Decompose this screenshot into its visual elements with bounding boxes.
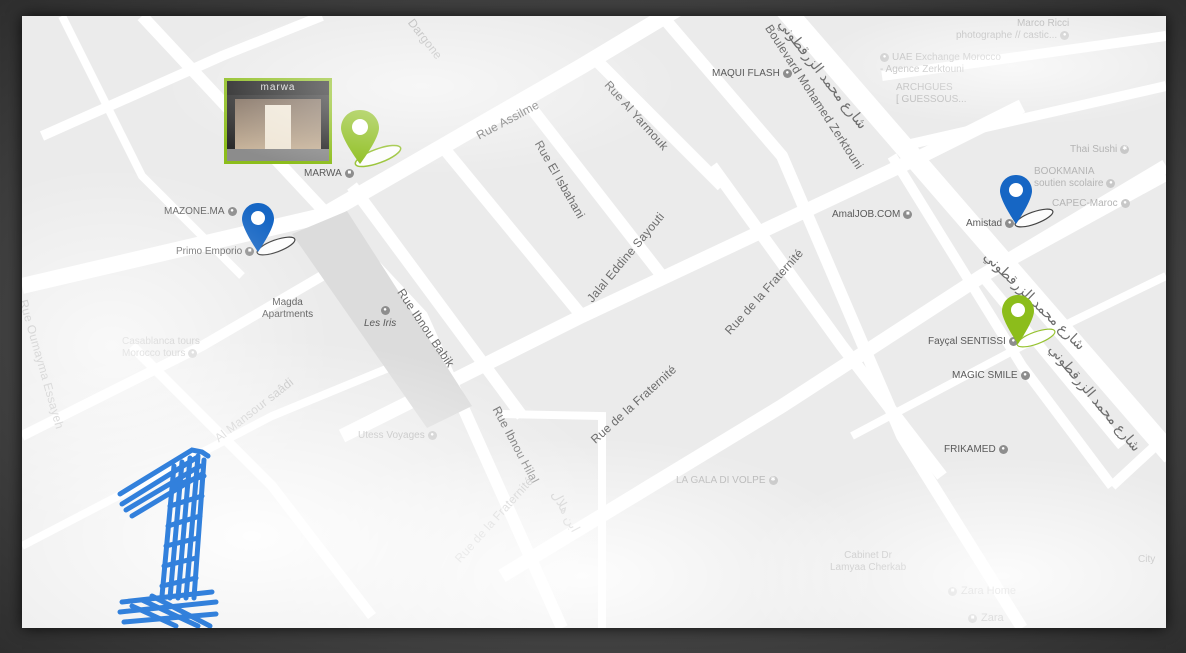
place-icon: ● xyxy=(880,52,889,62)
place-icon: ● xyxy=(1106,178,1116,188)
map-marker-icon[interactable] xyxy=(998,172,1058,238)
poi-thai-sushi[interactable]: Thai Sushi ✱ xyxy=(1070,144,1130,156)
poi-zara[interactable]: ■ Zara xyxy=(968,612,1004,624)
map-marker-icon[interactable] xyxy=(1000,292,1060,358)
shopping-icon: ■ xyxy=(968,613,977,623)
map-marker-icon[interactable] xyxy=(338,106,406,176)
store-floor xyxy=(227,149,329,161)
place-icon: ● xyxy=(227,206,237,216)
store-sign: marwa xyxy=(227,81,329,95)
poi-utess-voyages[interactable]: Utess Voyages ● xyxy=(358,430,437,442)
place-icon: ● xyxy=(188,348,198,358)
building-icon: ■ xyxy=(903,209,913,219)
place-icon: ● xyxy=(1120,198,1130,208)
poi-marco-ricci[interactable]: Marco Ricci photographe // castic... ● xyxy=(956,18,1070,42)
poi-cabinet-dr[interactable]: Cabinet Dr Lamyaa Cherkab xyxy=(830,550,906,574)
shopping-icon: ■ xyxy=(948,586,957,596)
poi-casablanca-tours[interactable]: Casablanca tours Morocco tours ● xyxy=(122,336,200,360)
restaurant-icon: ✱ xyxy=(768,475,778,485)
place-icon: ● xyxy=(1020,370,1030,380)
place-icon: ● xyxy=(782,68,792,78)
poi-capec-maroc[interactable]: CAPEC-Maroc ● xyxy=(1052,198,1130,210)
map-marker-icon[interactable] xyxy=(240,200,300,266)
storefront-image xyxy=(235,99,321,149)
poi-uae-exchange[interactable]: ● UAE Exchange Morocco - Agence Zerktouni xyxy=(880,52,1001,76)
place-icon: ● xyxy=(427,430,437,440)
poi-city[interactable]: City xyxy=(1138,554,1155,566)
poi-la-gala-di-volpe[interactable]: LA GALA DI VOLPE ✱ xyxy=(676,475,778,487)
map-canvas[interactable]: Rue Assilme Rue Al Yarmouk Rue El Isbaha… xyxy=(22,16,1166,628)
place-icon: ● xyxy=(380,306,390,315)
poi-les-iris[interactable]: ● Les Iris xyxy=(364,306,396,330)
restaurant-icon: ✱ xyxy=(1120,144,1130,154)
poi-maqui-flash[interactable]: MAQUI FLASH ● xyxy=(712,68,792,80)
number-one-overlay xyxy=(117,447,219,628)
poi-frikamed[interactable]: FRIKAMED ● xyxy=(944,444,1008,456)
place-icon: ● xyxy=(998,444,1008,454)
poi-magic-smile[interactable]: MAGIC SMILE ● xyxy=(952,370,1030,382)
poi-zara-home[interactable]: ■ Zara Home xyxy=(948,585,1016,597)
poi-magda-apartments[interactable]: Magda Apartments xyxy=(262,297,313,321)
store-photo-thumbnail[interactable]: marwa xyxy=(224,78,332,164)
poi-mazone[interactable]: MAZONE.MA ● xyxy=(164,206,237,218)
poi-amaljob[interactable]: AmalJOB.COM ■ xyxy=(832,209,913,221)
place-icon: ● xyxy=(1060,30,1070,40)
poi-archgues[interactable]: ARCHGUES [ GUESSOUS... xyxy=(896,82,967,106)
